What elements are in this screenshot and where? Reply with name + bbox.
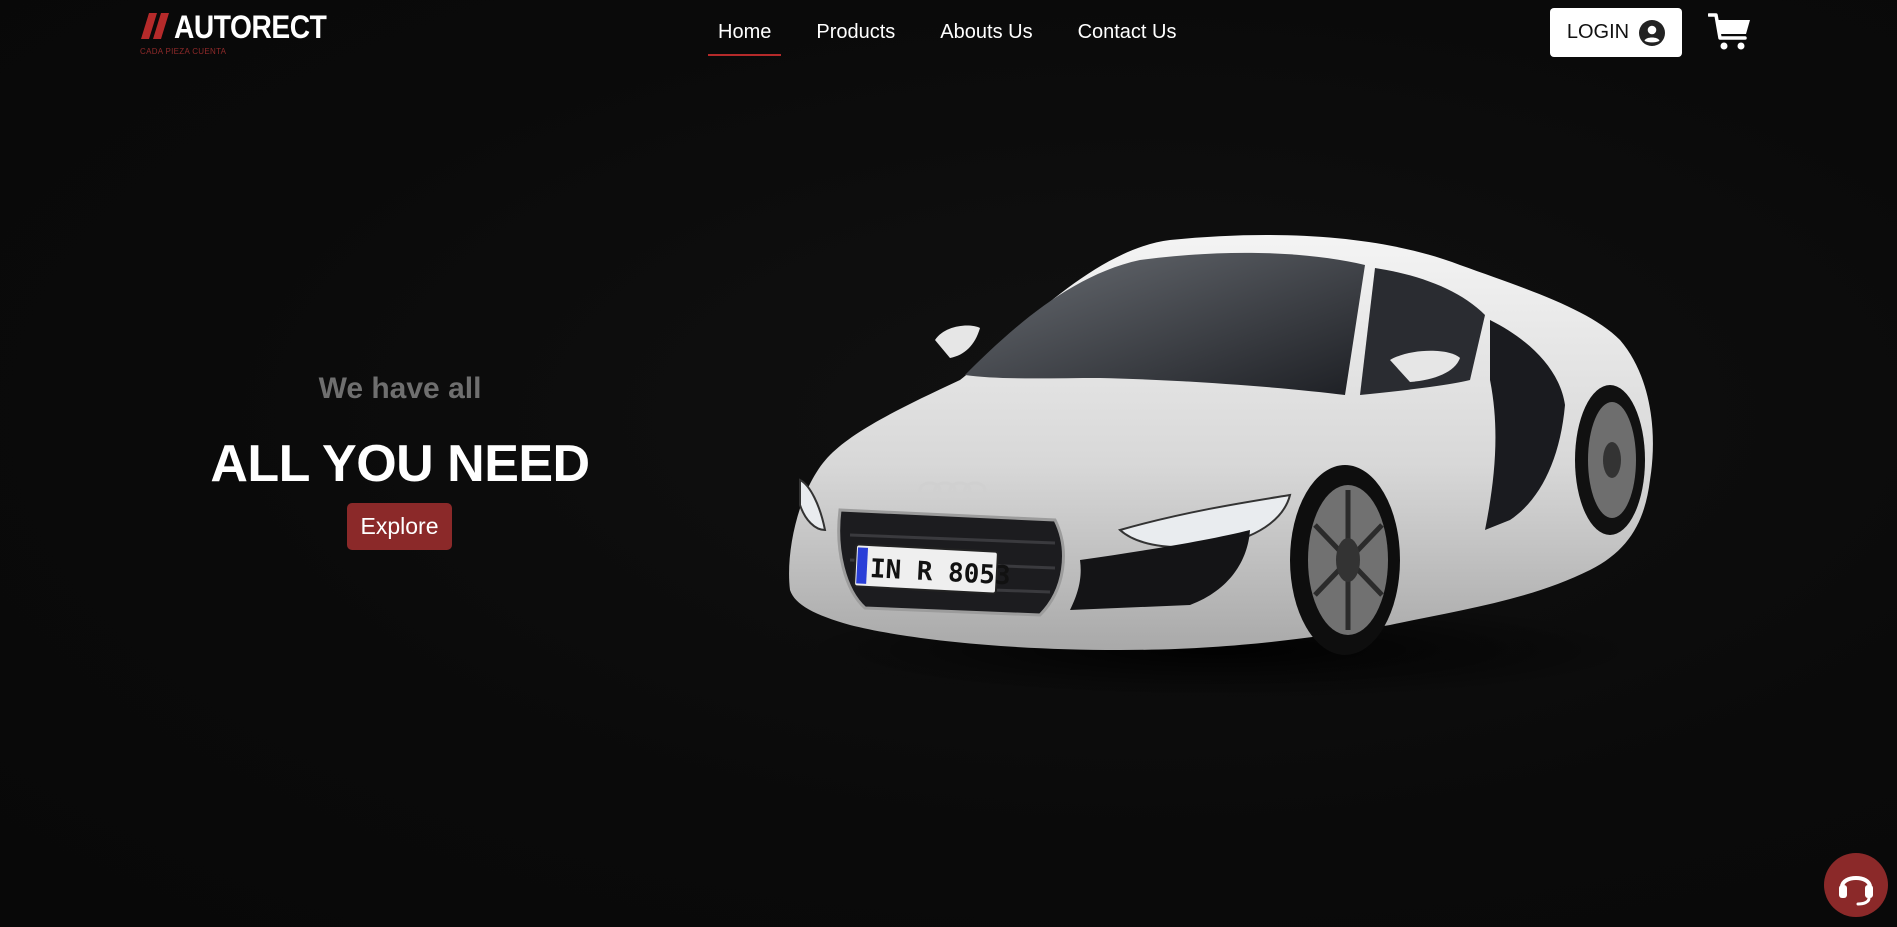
hero-title: ALL YOU NEED	[210, 435, 590, 493]
brand-logo[interactable]: AUTORECT CADA PIEZA CUENTA	[139, 10, 329, 58]
main-nav: Home Products Abouts Us Contact Us	[708, 20, 1187, 60]
explore-button[interactable]: Explore	[347, 503, 452, 550]
slash-logo-icon	[141, 13, 169, 39]
brand-name: AUTORECT	[174, 9, 327, 45]
nav-contact-us[interactable]: Contact Us	[1068, 20, 1187, 56]
brand-tagline: CADA PIEZA CUENTA	[140, 47, 227, 56]
nav-about-us[interactable]: Abouts Us	[930, 20, 1042, 56]
headset-icon	[1839, 876, 1873, 906]
cart-icon[interactable]	[1708, 12, 1752, 52]
nav-products[interactable]: Products	[806, 20, 905, 56]
page: AUTORECT CADA PIEZA CUENTA Home Products…	[0, 0, 1897, 927]
login-label: LOGIN	[1566, 21, 1630, 43]
nav-home[interactable]: Home	[708, 20, 782, 56]
hero-subtitle: We have all	[318, 372, 482, 405]
support-button[interactable]	[1824, 853, 1888, 917]
car-image: IN R 8053	[789, 234, 1653, 700]
login-button[interactable]: LOGIN	[1550, 8, 1682, 57]
user-circle-icon	[1639, 19, 1666, 46]
